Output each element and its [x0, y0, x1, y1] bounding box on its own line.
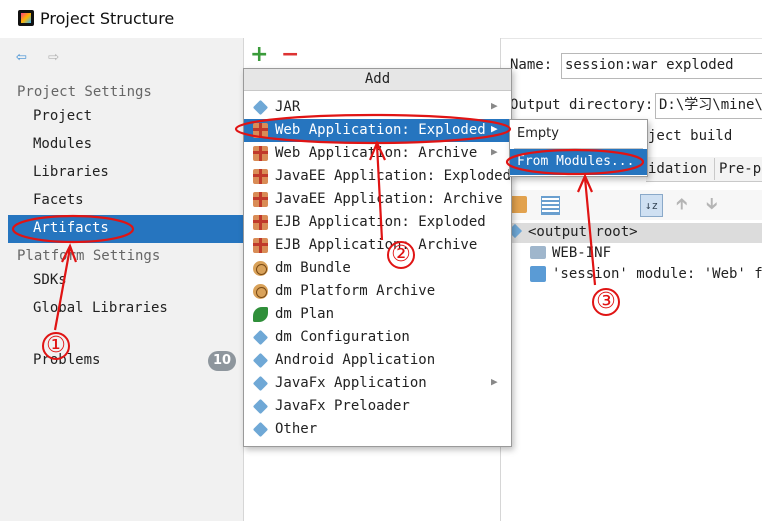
menu-item-label: JavaFx Application: [275, 375, 427, 391]
gift-icon: [253, 215, 268, 230]
window-title: Project Structure: [40, 9, 175, 28]
annotation-marker-3: ③: [592, 288, 620, 316]
menu-item-javaee-application-archive[interactable]: JavaEE Application: Archive: [244, 188, 511, 211]
forward-arrow-icon[interactable]: ⇨: [48, 46, 59, 67]
menu-item-label: JavaFx Preloader: [275, 398, 410, 414]
remove-artifact-button[interactable]: −: [281, 42, 299, 67]
menu-item-label: JavaEE Application: Exploded: [275, 168, 512, 184]
output-root-label: <output root>: [528, 224, 638, 240]
menu-item-ejb-application-exploded[interactable]: EJB Application: Exploded: [244, 211, 511, 234]
diamond-icon: [252, 329, 269, 346]
sidebar-item-libraries[interactable]: Libraries: [33, 164, 109, 180]
menu-item-label: EJB Application: Exploded: [275, 214, 486, 230]
submenu-item-from-modules-label: From Modules...: [517, 154, 635, 169]
menu-item-label: dm Configuration: [275, 329, 410, 345]
menu-item-javafx-application[interactable]: JavaFx Application ▶: [244, 372, 511, 395]
submenu-arrow-icon: ▶: [491, 375, 498, 388]
tree-item-web-inf[interactable]: WEB-INF: [552, 245, 611, 261]
menu-item-dm-plan[interactable]: dm Plan: [244, 303, 511, 326]
sidebar-item-artifacts-label: Artifacts: [33, 220, 109, 236]
folder-icon: [530, 246, 546, 259]
gift-icon: [253, 146, 268, 161]
submenu-item-empty-label: Empty: [517, 126, 559, 141]
name-label: Name:: [510, 57, 553, 73]
sort-icon[interactable]: ↓z: [640, 194, 663, 217]
menu-item-label: Web Application: Archive: [275, 145, 478, 161]
sidebar-item-project[interactable]: Project: [33, 108, 92, 124]
build-on-make-label: ject build: [648, 128, 733, 144]
leaf-icon: [253, 307, 268, 322]
sidebar-item-global-libraries[interactable]: Global Libraries: [33, 300, 168, 316]
intellij-icon: [18, 10, 34, 26]
sidebar-item-sdks[interactable]: SDKs: [33, 272, 67, 288]
problems-count-badge: 10: [208, 351, 236, 371]
menu-item-dm-configuration[interactable]: dm Configuration: [244, 326, 511, 349]
menu-item-label: JavaEE Application: Archive: [275, 191, 503, 207]
diamond-icon: [252, 398, 269, 415]
title-bar: Project Structure: [0, 0, 762, 39]
submenu-arrow-icon: ▶: [491, 122, 498, 135]
menu-item-other[interactable]: Other: [244, 418, 511, 441]
diamond-icon: [252, 352, 269, 369]
move-down-icon[interactable]: 🡳: [706, 193, 718, 220]
menu-item-label: dm Platform Archive: [275, 283, 436, 299]
submenu-item-empty[interactable]: Empty: [510, 121, 647, 147]
add-menu-header: Add: [244, 69, 511, 91]
diamond-icon: [252, 375, 269, 392]
menu-item-ejb-application-archive[interactable]: EJB Application: Archive: [244, 234, 511, 257]
menu-item-label: Web Application: Exploded: [275, 122, 486, 138]
add-menu: Add JAR ▶ Web Application: Exploded ▶ Web Ap…: [243, 68, 512, 447]
archive-icon[interactable]: [541, 196, 560, 215]
jar-icon: [252, 99, 269, 116]
annotation-marker-2: ②: [387, 241, 415, 269]
add-artifact-button[interactable]: +: [250, 42, 268, 67]
menu-item-web-application-archive[interactable]: Web Application: Archive ▶: [244, 142, 511, 165]
menu-item-javaee-application-exploded[interactable]: JavaEE Application: Exploded: [244, 165, 511, 188]
sidebar-item-facets[interactable]: Facets: [33, 192, 84, 208]
menu-item-web-application-exploded[interactable]: Web Application: Exploded ▶: [244, 119, 511, 142]
menu-item-label: EJB Application: Archive: [275, 237, 478, 253]
menu-item-label: dm Plan: [275, 306, 335, 322]
tree-item-session-module[interactable]: 'session' module: 'Web' fac: [552, 266, 762, 282]
menu-item-android-application[interactable]: Android Application: [244, 349, 511, 372]
back-arrow-icon[interactable]: ⇦: [16, 46, 27, 67]
gift-icon: [253, 169, 268, 184]
menu-item-label: Android Application: [275, 352, 436, 368]
name-field[interactable]: session:war exploded: [561, 53, 762, 79]
menu-item-jar[interactable]: JAR ▶: [244, 96, 511, 119]
annotation-marker-1: ①: [42, 332, 70, 360]
submenu-arrow-icon: ▶: [491, 145, 498, 158]
diamond-icon: [252, 421, 269, 438]
submenu-arrow-icon: ▶: [491, 99, 498, 112]
globe-icon: [253, 284, 268, 299]
submenu-item-from-modules[interactable]: From Modules...: [510, 149, 647, 175]
platform-settings-header: Platform Settings: [17, 248, 161, 264]
web-app-submenu: Empty From Modules...: [509, 119, 648, 177]
project-settings-header: Project Settings: [17, 84, 152, 100]
menu-item-dm-bundle[interactable]: dm Bundle: [244, 257, 511, 280]
tab-pre-processing[interactable]: Pre-p: [719, 161, 761, 177]
menu-item-label: JAR: [275, 99, 301, 115]
tab-separator: [714, 158, 715, 180]
output-directory-label: Output directory:: [510, 97, 654, 113]
folder-icon[interactable]: [510, 196, 527, 213]
web-module-icon: [530, 266, 546, 282]
move-up-icon[interactable]: 🡱: [676, 193, 688, 220]
tab-validation[interactable]: idation: [648, 161, 707, 177]
output-directory-field[interactable]: D:\学习\mine\: [655, 93, 762, 119]
globe-icon: [253, 261, 268, 276]
gift-icon: [253, 123, 268, 138]
menu-item-label: Other: [275, 421, 318, 437]
sidebar-item-modules[interactable]: Modules: [33, 136, 92, 152]
gift-icon: [253, 192, 268, 207]
menu-item-label: dm Bundle: [275, 260, 351, 276]
menu-item-dm-platform-archive[interactable]: dm Platform Archive: [244, 280, 511, 303]
gift-icon: [253, 238, 268, 253]
menu-item-javafx-preloader[interactable]: JavaFx Preloader: [244, 395, 511, 418]
